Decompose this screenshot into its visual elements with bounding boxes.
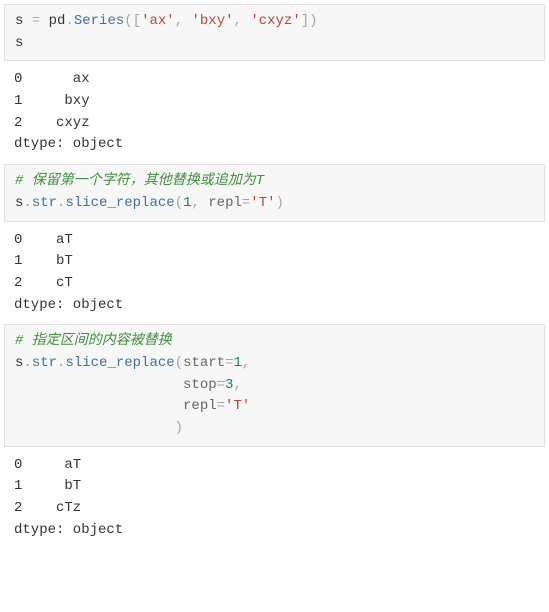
code-indent: [15, 377, 183, 393]
code-token: ): [309, 13, 317, 29]
code-token: ]: [301, 13, 309, 29]
code-cell-2: # 保留第一个字符，其他替换或追加为T s.str.slice_replace(…: [4, 164, 545, 221]
code-token: Series: [74, 13, 124, 29]
code-token: (: [175, 195, 183, 211]
code-token: .: [23, 355, 31, 371]
code-token: 'T': [225, 398, 250, 414]
code-token: repl: [183, 398, 217, 414]
output-cell-2: 0 aT 1 bT 2 cT dtype: object: [4, 224, 545, 323]
code-token: 'cxyz': [250, 13, 300, 29]
code-token: ,: [234, 13, 251, 29]
code-token: 'ax': [141, 13, 175, 29]
code-token: slice_replace: [65, 195, 174, 211]
code-token: ,: [242, 355, 250, 371]
code-cell-3: # 指定区间的内容被替换 s.str.slice_replace(start=1…: [4, 324, 545, 446]
code-token: (: [124, 13, 132, 29]
code-comment: # 保留第一个字符，其他替换或追加为T: [15, 173, 264, 189]
code-token: .: [65, 13, 73, 29]
code-token: 1: [233, 355, 241, 371]
code-token: ,: [175, 13, 192, 29]
code-token: (: [175, 355, 183, 371]
code-token: 'bxy': [192, 13, 234, 29]
code-token: stop: [183, 377, 217, 393]
code-token: [: [133, 13, 141, 29]
code-token: str: [32, 195, 57, 211]
code-token: ): [175, 420, 183, 436]
code-token: .: [23, 195, 31, 211]
code-token: slice_replace: [65, 355, 174, 371]
code-indent: [15, 420, 175, 436]
code-cell-1: s = pd.Series(['ax', 'bxy', 'cxyz']) s: [4, 4, 545, 61]
code-token: =: [23, 13, 48, 29]
output-cell-3: 0 aT 1 bT 2 cTz dtype: object: [4, 449, 545, 548]
code-token: =: [217, 398, 225, 414]
code-token: pd: [49, 13, 66, 29]
output-cell-1: 0 ax 1 bxy 2 cxyz dtype: object: [4, 63, 545, 162]
code-token: ,: [191, 195, 208, 211]
code-token: start: [183, 355, 225, 371]
code-token: str: [32, 355, 57, 371]
code-token: repl: [208, 195, 242, 211]
code-token: s: [15, 35, 23, 51]
code-token: ): [276, 195, 284, 211]
code-token: =: [217, 377, 225, 393]
code-token: 'T': [250, 195, 275, 211]
code-token: ,: [233, 377, 241, 393]
code-indent: [15, 398, 183, 414]
code-comment: # 指定区间的内容被替换: [15, 333, 172, 349]
